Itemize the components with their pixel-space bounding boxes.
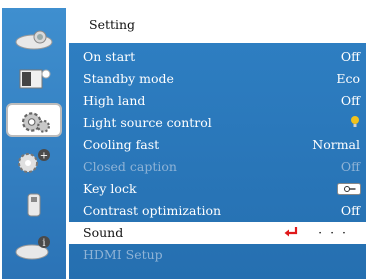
- info-icon: i: [15, 236, 50, 260]
- bulb-icon: [351, 116, 359, 127]
- menu-item-hdmi-setup: HDMI Setup: [83, 247, 163, 262]
- menu-item-contrast-optimization[interactable]: Contrast optimization Off: [69, 200, 366, 222]
- setting-menu-panel: Setting On start Off Standby mode Eco Hi…: [69, 8, 366, 279]
- tab-image[interactable]: [6, 62, 62, 96]
- menu-item-light-source-control[interactable]: Light source control: [69, 112, 366, 134]
- usb-icon: [27, 193, 41, 217]
- menu-item-standby-mode[interactable]: Standby mode Eco: [69, 68, 366, 90]
- tab-usb[interactable]: [6, 188, 62, 222]
- menu-item-cooling-fast[interactable]: Cooling fast Normal: [69, 134, 366, 156]
- projector-icon: [15, 30, 53, 50]
- tab-advanced[interactable]: +: [6, 145, 62, 179]
- key-lock-icon: [337, 183, 361, 195]
- settings-gears-icon: [22, 112, 50, 133]
- svg-text:+: +: [40, 151, 48, 162]
- image-adjust-icon: [19, 69, 51, 89]
- menu-item-on-start[interactable]: On start Off: [69, 46, 366, 68]
- advanced-settings-icon: +: [18, 149, 50, 173]
- svg-text:i: i: [42, 238, 45, 249]
- menu-header: Setting: [69, 8, 366, 43]
- menu-item-high-land[interactable]: High land Off: [69, 90, 366, 112]
- tab-setting[interactable]: [6, 103, 62, 137]
- menu-item-closed-caption: Closed caption Off: [83, 159, 360, 174]
- menu-title: Setting: [89, 17, 136, 32]
- tab-info[interactable]: i: [6, 230, 62, 264]
- enter-arrow-icon: [284, 227, 298, 237]
- menu-item-key-lock[interactable]: Key lock: [69, 178, 366, 200]
- menu-item-sound[interactable]: Sound · · ·: [69, 222, 366, 244]
- tab-projector[interactable]: [6, 20, 62, 54]
- menu-sidebar: + i: [2, 8, 66, 279]
- osd-window: + i Setting On start Off Standby mode Ec…: [0, 0, 366, 279]
